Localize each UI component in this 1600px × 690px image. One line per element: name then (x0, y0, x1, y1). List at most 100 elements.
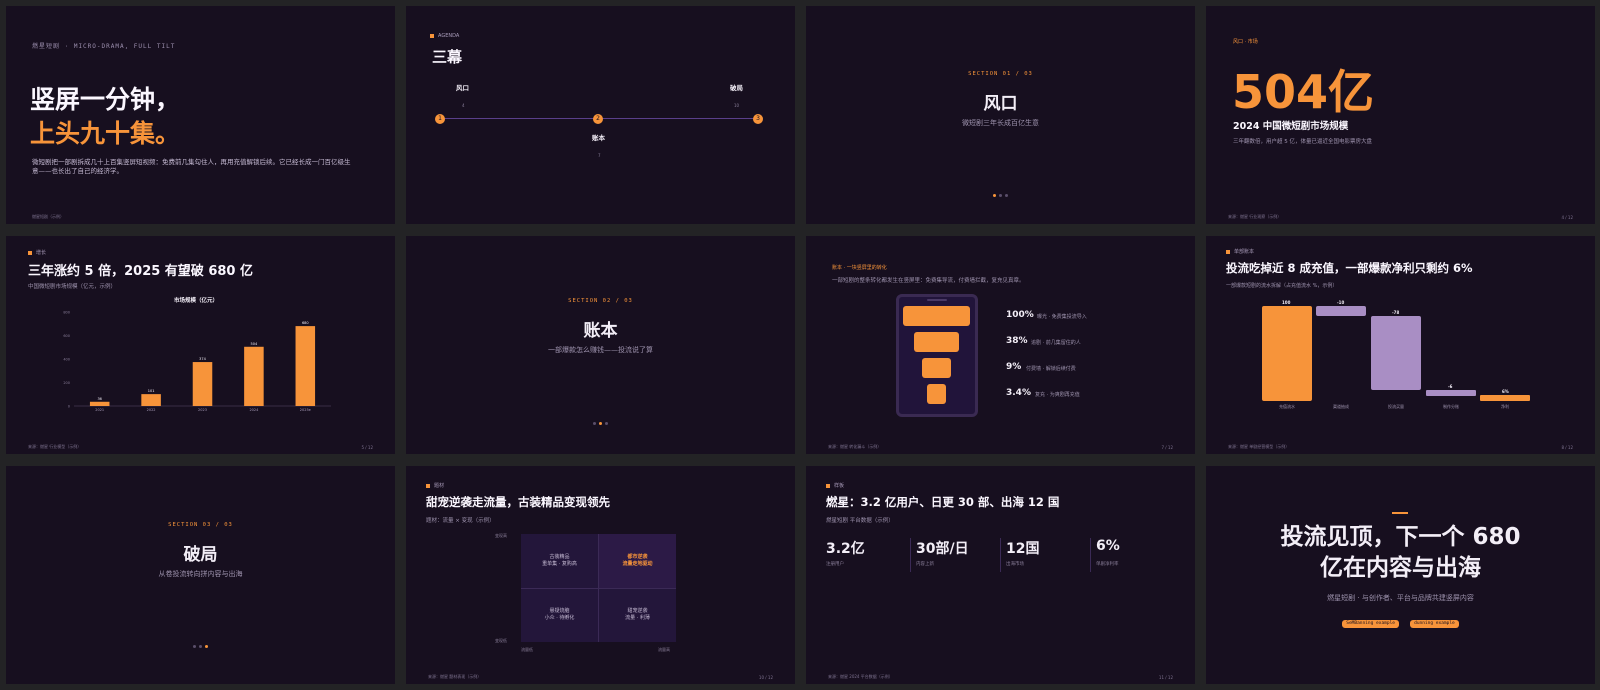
agenda-marker-3[interactable]: 3 (753, 114, 763, 124)
funnel-pct-2: 38% (1006, 336, 1028, 346)
agenda-title: 三幕 (432, 48, 463, 66)
stat-2-label: 内容上新 (916, 562, 934, 567)
cover-title-line1: 竖屏一分钟， (30, 85, 181, 114)
progress-dot (193, 645, 196, 648)
eyebrow-label: 单部账本 (1234, 249, 1255, 255)
funnel-subtitle: 一部短剧的整条转化都发生在竖屏里：免费集导流，付费墙拦截，复充见真章。 (832, 278, 1025, 284)
page-number: 10 / 12 (758, 675, 773, 680)
closing-tag-2[interactable]: dunning example (1410, 619, 1459, 628)
x-tick-label-2025e: 2025e (300, 408, 311, 412)
closing-tags: SeMBanning example dunning example (1206, 609, 1595, 628)
matrix-x-left: 流量低 (521, 647, 533, 652)
waterfall-bar-channel (1316, 306, 1366, 316)
y-tick-label-0: 0 (68, 405, 70, 409)
waterfall-bar-ads (1371, 316, 1421, 390)
funnel-step-2 (914, 332, 959, 352)
slide-6-section-2[interactable]: SECTION 02 / 03 账本 一部爆款怎么赚钱——投流说了算 (406, 236, 795, 454)
funnel-desc-4: 复充 · 为爽剧再充值 (1035, 392, 1080, 398)
market-eyebrow: 风口 · 市场 (1233, 39, 1258, 45)
bar-value-label-2025e: 680 (302, 321, 309, 325)
waterfall-value-2: -10 (1337, 300, 1345, 305)
closing-title-line2: 亿在内容与出海 (1320, 555, 1481, 581)
slide-1-cover[interactable]: 燃星短剧 · MICRO-DRAMA, FULL TILT 竖屏一分钟， 上头九… (6, 6, 395, 224)
eyebrow-label: AGENDA (438, 33, 460, 39)
page-number: 7 / 12 (1161, 445, 1173, 450)
bar-2022 (141, 394, 161, 406)
page-number: 11 / 12 (1158, 675, 1173, 680)
agenda-item-1-page: 4 (462, 103, 465, 108)
progress-dot (999, 194, 1002, 197)
waterfall-subtitle: 一部爆款短剧的流水拆解（占充值流水 %，示例） (1226, 283, 1338, 289)
slide-11-stats[interactable]: 样板 燃星：3.2 亿用户、日更 30 部、出海 12 国 燃星短剧 平台数据（… (806, 466, 1195, 684)
eyebrow-dot-icon (28, 250, 32, 255)
stat-1-value: 3.2亿 (826, 541, 865, 557)
growth-eyebrow: 增长 (28, 249, 46, 256)
waterfall-value-4: -6 (1448, 384, 1453, 389)
matrix-quadrant-bottom-right[interactable]: 甜宠逆袭 流量 · 利薄 (599, 588, 676, 642)
funnel-eyebrow: 账本 · 一块竖屏里的转化 (832, 265, 887, 271)
slide-4-market-size[interactable]: 风口 · 市场 504亿 2024 中国微短剧市场规模 三年翻数倍，用户超 5 … (1206, 6, 1595, 224)
chart-title: 市场规模（亿元） (174, 296, 218, 304)
section-2-progress-dots (406, 420, 795, 427)
funnel-step-4 (927, 384, 946, 404)
closing-subtitle: 燃星短剧 · 与创作者、平台与品牌共建竖屏内容 (1327, 594, 1474, 602)
slide-7-funnel[interactable]: 账本 · 一块竖屏里的转化 一部短剧的整条转化都发生在竖屏里：免费集导流，付费墙… (806, 236, 1195, 454)
agenda-marker-1[interactable]: 1 (435, 114, 445, 124)
eyebrow-dot-icon (426, 483, 430, 488)
slide-2-agenda[interactable]: AGENDA 三幕 1 2 3 风口 4 账本 7 破局 10 (406, 6, 795, 224)
funnel-desc-3: 付费墙 · 解锁后续付费 (1026, 366, 1076, 372)
waterfall-label-4: 制作分账 (1443, 404, 1459, 409)
stat-divider-2 (1000, 538, 1001, 572)
matrix-quadrant-top-left[interactable]: 古装精品 重单集 · 复购高 (521, 534, 598, 588)
waterfall-eyebrow: 单部账本 (1226, 248, 1254, 255)
bar-value-label-2023: 374 (199, 357, 206, 361)
stats-eyebrow: 样板 (826, 482, 844, 489)
section-1-kicker: SECTION 01 / 03 (968, 71, 1033, 77)
stat-divider-1 (910, 538, 911, 572)
matrix-quadrant-top-right[interactable]: 都市逆袭 流量走地驱动 (599, 534, 676, 588)
page-number: 4 / 12 (1561, 215, 1573, 220)
cover-kicker: 燃星短剧 · MICRO-DRAMA, FULL TILT (32, 43, 176, 50)
phone-frame (896, 294, 978, 417)
agenda-item-3-page: 10 (734, 103, 740, 108)
closing-title-line1: 投流见顶，下一个 680 (1280, 524, 1521, 550)
eyebrow-dot-icon (430, 34, 434, 38)
section-2-subtitle: 一部爆款怎么赚钱——投流说了算 (548, 346, 653, 354)
slide-8-waterfall[interactable]: 单部账本 投流吃掉近 8 成充值，一部爆款净利只剩约 6% 一部爆款短剧的流水拆… (1206, 236, 1595, 454)
stat-divider-3 (1090, 538, 1091, 572)
growth-subtitle: 中国微短剧市场规模（亿元，示例） (28, 284, 117, 290)
matrix-quadrant-bottom-left[interactable]: 悬疑烧脑 小众 · 待孵化 (521, 588, 598, 642)
bar-2024 (244, 346, 264, 406)
waterfall-title: 投流吃掉近 8 成充值，一部爆款净利只剩约 6% (1226, 261, 1473, 275)
agenda-item-1-label: 风口 (456, 84, 469, 92)
stats-subtitle: 燃星短剧 平台数据（示例） (826, 518, 894, 524)
slide-10-matrix[interactable]: 题材 甜宠逆袭走流量，古装精品变现领先 题材：流量 × 变现（示例） 古装精品重… (406, 466, 795, 684)
funnel-pct-4: 3.4% (1006, 388, 1031, 398)
closing-tag-1[interactable]: SeMBanning example (1342, 619, 1400, 628)
growth-title: 三年涨约 5 倍，2025 有望破 680 亿 (28, 264, 253, 279)
slide-12-closing[interactable]: 投流见顶，下一个 680 亿在内容与出海 燃星短剧 · 与创作者、平台与品牌共建… (1206, 466, 1595, 684)
matrix-grid: 古装精品 重单集 · 复购高 都市逆袭 流量走地驱动 悬疑烧脑 小众 · 待孵化 甜宠… (521, 534, 676, 642)
slide-3-section-1[interactable]: SECTION 01 / 03 风口 微短剧三年长成百亿生意 (806, 6, 1195, 224)
progress-dot (599, 422, 602, 425)
eyebrow-label: 增长 (36, 250, 47, 256)
market-subtitle: 三年翻数倍，用户超 5 亿，体量已逼近全国电影票房大盘 (1233, 139, 1372, 145)
agenda-marker-2[interactable]: 2 (593, 114, 603, 124)
cover-title-line2: 上头九十集。 (30, 119, 181, 148)
matrix-footer: 来源：燃星 题材表现（示例） (428, 674, 482, 679)
waterfall-label-2: 渠道抽成 (1333, 404, 1349, 409)
eyebrow-label: 样板 (834, 483, 845, 489)
funnel-desc-1: 曝光 · 免费集投流导入 (1037, 314, 1087, 320)
stat-4-value: 6% (1096, 538, 1120, 554)
market-big-number: 504亿 (1232, 65, 1375, 119)
slide-9-section-3[interactable]: SECTION 03 / 03 破局 从卷投流转向拼内容与出海 (6, 466, 395, 684)
progress-dot (605, 422, 608, 425)
progress-dot (199, 645, 202, 648)
agenda-item-2-label: 账本 (592, 134, 605, 142)
progress-dot (205, 645, 208, 648)
slide-5-growth-chart[interactable]: 增长 三年涨约 5 倍，2025 有望破 680 亿 中国微短剧市场规模（亿元，… (6, 236, 395, 454)
section-3-subtitle: 从卷投流转向拼内容与出海 (158, 570, 243, 578)
bar-value-label-2022: 101 (148, 389, 155, 393)
x-tick-label-2024: 2024 (249, 408, 259, 412)
x-tick-label-2022: 2022 (147, 408, 156, 412)
